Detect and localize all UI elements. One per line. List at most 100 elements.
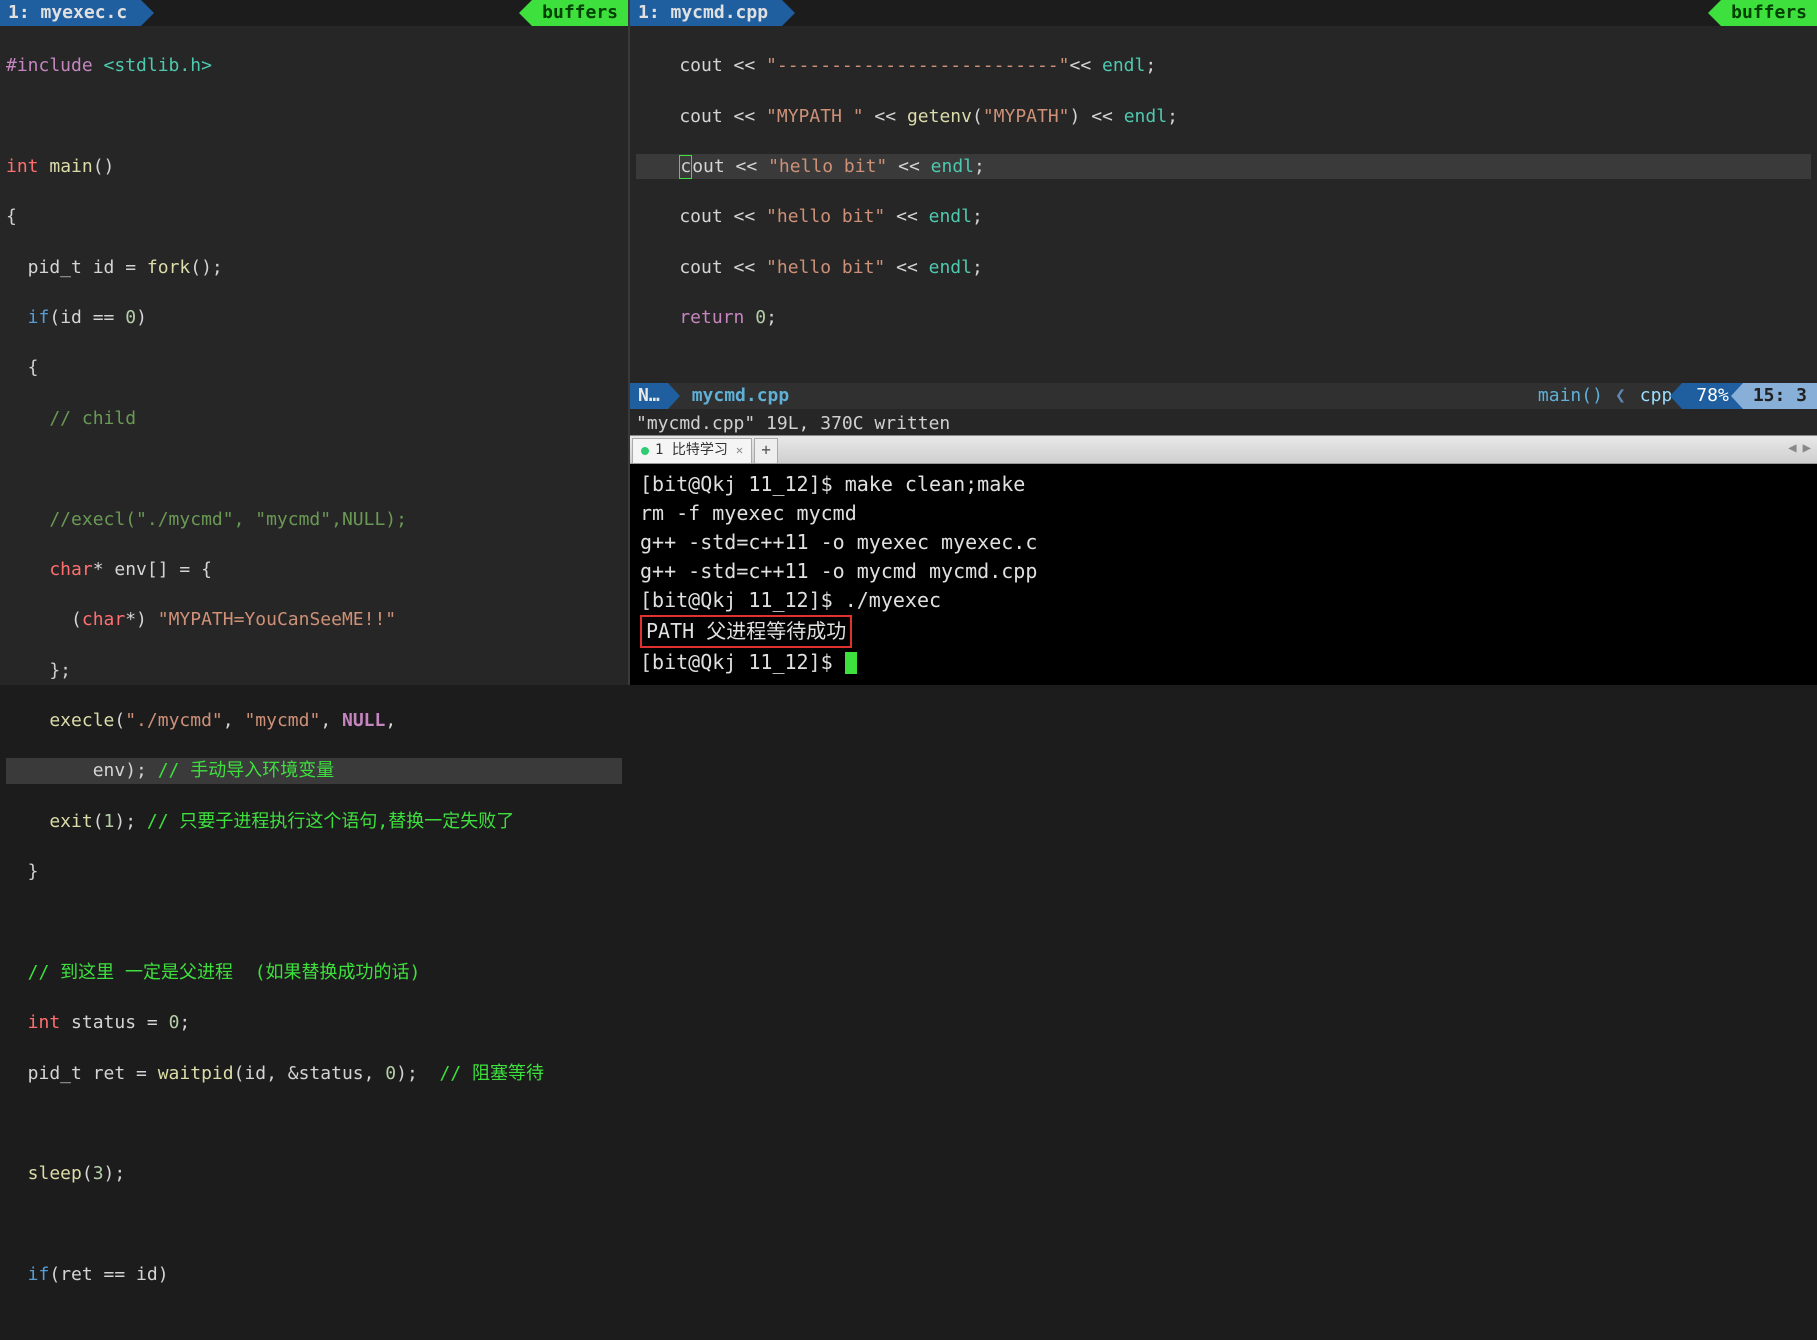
kw-char: char — [6, 559, 93, 580]
tab-mycmd[interactable]: 1: mycmd.cpp — [630, 0, 782, 26]
terminal-body[interactable]: [bit@Qkj 11_12]$ make clean;make rm -f m… — [630, 464, 1817, 685]
brace-close: } — [6, 859, 622, 884]
fn-waitpid: waitpid — [158, 1063, 234, 1084]
comment-parent: // 到这里 一定是父进程 (如果替换成功的话) — [6, 962, 420, 983]
paren: ( — [93, 811, 104, 832]
cout: cout << — [636, 55, 766, 76]
terminal-tabbar: 1 比特学习 ✕ + ◀▶ — [630, 436, 1817, 464]
cmd: ./myexec — [845, 588, 941, 612]
assign: status = — [60, 1012, 168, 1033]
paren-close: ); — [114, 811, 147, 832]
close-icon[interactable]: ✕ — [736, 442, 743, 459]
fn-fork: fork — [147, 257, 190, 278]
str-path: "./mycmd" — [125, 710, 223, 731]
chevron-left-icon[interactable]: ◀ — [1788, 439, 1796, 459]
paren-close: ); — [104, 1163, 126, 1184]
str-hello: "hello bit" — [766, 206, 885, 227]
buffers-button-right[interactable]: buffers — [1721, 0, 1817, 26]
str-arg: "MYPATH" — [983, 106, 1070, 127]
tab-myexec[interactable]: 1: myexec.c — [0, 0, 141, 26]
cout: out << — [692, 156, 768, 177]
space — [744, 307, 755, 328]
kw-int: int — [6, 156, 39, 177]
terminal-pane: 1 比特学习 ✕ + ◀▶ [bit@Qkj 11_12]$ make clea… — [630, 435, 1817, 685]
prompt: [bit@Qkj 11_12]$ — [640, 650, 845, 674]
paren: ( — [6, 609, 82, 630]
str-hello: "hello bit" — [766, 257, 885, 278]
preproc: #include — [6, 55, 93, 76]
num-0: 0 — [125, 307, 136, 328]
cond: (id == — [49, 307, 125, 328]
paren: ( — [82, 1163, 93, 1184]
prompt: [bit@Qkj 11_12]$ — [640, 472, 845, 496]
comment-env: // 手动导入环境变量 — [158, 760, 335, 781]
semi: ; — [179, 1012, 190, 1033]
comment-wait: // 阻塞等待 — [440, 1063, 545, 1084]
null: NULL — [342, 710, 385, 731]
editor-pane-right: 1: mycmd.cpp buffers cout << "----------… — [630, 0, 1817, 435]
kw-if: if — [6, 1264, 49, 1285]
status-dot-icon — [641, 447, 649, 455]
brace: { — [6, 204, 622, 229]
arg-env: env); — [6, 760, 158, 781]
str-dashes: "--------------------------" — [766, 55, 1069, 76]
statusline: N… mycmd.cpp main() ❮ cpp 78% 15: 3 — [630, 383, 1817, 409]
brace: { — [6, 355, 622, 380]
semi: ; — [766, 307, 777, 328]
term-output: rm -f myexec mycmd — [640, 501, 857, 525]
terminal-tab[interactable]: 1 比特学习 ✕ — [632, 438, 752, 463]
terminal-tab-label: 1 比特学习 — [655, 441, 728, 461]
kw-int: int — [6, 1012, 60, 1033]
paren: ( — [114, 710, 125, 731]
endl: endl — [929, 206, 972, 227]
op: << — [1069, 55, 1102, 76]
code-right[interactable]: cout << "--------------------------"<< e… — [630, 26, 1817, 383]
kw-if: if — [6, 307, 49, 328]
decl: pid_t id = — [6, 257, 147, 278]
str-mypath: "MYPATH=YouCanSeeME!!" — [158, 609, 396, 630]
paren: ( — [972, 106, 983, 127]
endl: endl — [931, 156, 974, 177]
op: << — [885, 257, 928, 278]
parens: () — [93, 156, 115, 177]
semi: ; — [1167, 106, 1178, 127]
message-line: "mycmd.cpp" 19L, 370C written — [630, 409, 1817, 435]
tab-nav-arrows[interactable]: ◀▶ — [1782, 436, 1817, 463]
op: << — [864, 106, 907, 127]
comma: , — [223, 710, 245, 731]
arr-decl: * env[] = { — [93, 559, 212, 580]
fn-getenv: getenv — [907, 106, 972, 127]
fn-execle: execle — [6, 710, 114, 731]
decl: pid_t ret = — [6, 1063, 158, 1084]
semi: ; — [972, 206, 983, 227]
paren-close: ) — [136, 307, 147, 328]
right-column: 1: mycmd.cpp buffers cout << "----------… — [630, 0, 1817, 685]
brace-close: }; — [6, 658, 622, 683]
paren-close: ); — [396, 1063, 439, 1084]
cursor: c — [679, 155, 692, 179]
str-hello: "hello bit" — [768, 156, 887, 177]
op: ) << — [1070, 106, 1124, 127]
str-name: "mycmd" — [244, 710, 320, 731]
new-tab-button[interactable]: + — [754, 438, 778, 463]
mode-indicator: N… — [630, 383, 668, 409]
buffers-button-left[interactable]: buffers — [532, 0, 628, 26]
num-3: 3 — [93, 1163, 104, 1184]
endl: endl — [1124, 106, 1167, 127]
endl: endl — [1102, 55, 1145, 76]
num-0: 0 — [755, 307, 766, 328]
term-output: g++ -std=c++11 -o mycmd mycmd.cpp — [640, 559, 1037, 583]
code-left[interactable]: #include <stdlib.h> int main() { pid_t i… — [0, 26, 628, 1340]
indent — [636, 156, 679, 177]
tabline-left: 1: myexec.c buffers — [0, 0, 628, 26]
comment-execl: //execl("./mycmd", "mycmd",NULL); — [6, 509, 407, 530]
cast-close: *) — [125, 609, 158, 630]
fn-sleep: sleep — [6, 1163, 82, 1184]
term-output: g++ -std=c++11 -o myexec myexec.c — [640, 530, 1037, 554]
op: << — [885, 206, 928, 227]
editor-pane-left: 1: myexec.c buffers #include <stdlib.h> … — [0, 0, 630, 685]
cout: cout << — [636, 257, 766, 278]
op: << — [887, 156, 930, 177]
chevron-right-icon[interactable]: ▶ — [1803, 439, 1811, 459]
semi: ; — [972, 257, 983, 278]
